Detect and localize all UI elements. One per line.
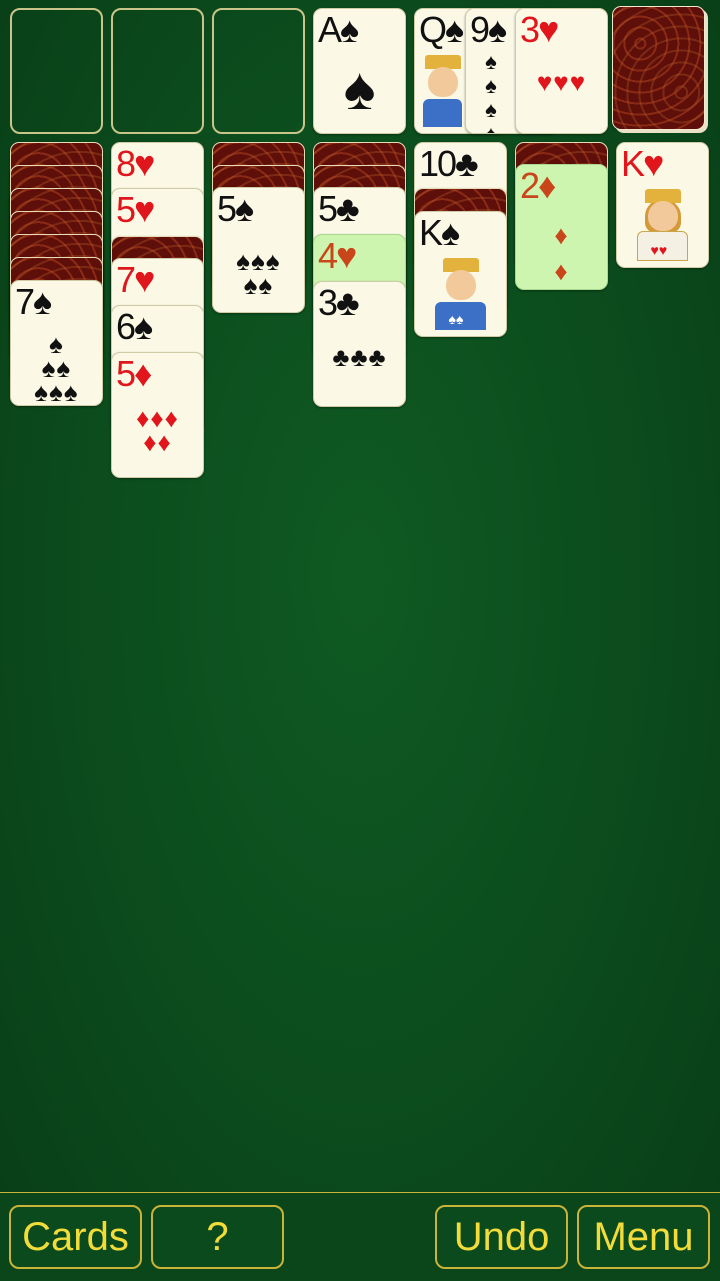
king-face-icon: ♥♥ <box>633 187 692 261</box>
tableau-card-seven-spades[interactable]: 7♠ ♠ ♠♠ ♠♠♠ <box>10 280 103 406</box>
tableau-card-two-diamonds[interactable]: 2♦ ♦ ♦ <box>515 164 608 290</box>
card-corner: 4♥ <box>318 235 357 276</box>
card-corner: 6♠ <box>116 306 153 347</box>
waste-card-three-hearts[interactable]: 3♥ ♥♥♥ <box>515 8 608 134</box>
card-corner: 2♦ <box>520 165 556 206</box>
card-corner: 10♣ <box>419 143 479 184</box>
tableau-card-five-spades[interactable]: 5♠ ♠♠♠ ♠♠ <box>212 187 305 313</box>
card-pips: ♥♥♥ <box>536 67 587 97</box>
card-pips: ♦ ♦ <box>554 220 569 286</box>
queen-face-icon <box>419 53 466 127</box>
card-corner: 5♠ <box>217 188 254 229</box>
card-corner: A♠ <box>318 9 359 50</box>
card-corner: 9♠ <box>470 9 507 50</box>
card-pips: ♠ ♠♠ ♠♠♠ <box>34 329 79 406</box>
foundation-slot-3[interactable] <box>212 8 305 134</box>
card-pips: ♣♣♣ <box>332 342 387 372</box>
card-corner: 5♣ <box>318 188 360 229</box>
card-corner: 3♣ <box>318 282 360 323</box>
tableau-card-three-clubs[interactable]: 3♣ ♣♣♣ <box>313 281 406 407</box>
card-corner: K♠ <box>419 212 460 253</box>
menu-button[interactable]: Menu <box>577 1205 710 1269</box>
card-corner: 5♥ <box>116 189 155 230</box>
card-corner: 7♥ <box>116 259 155 300</box>
undo-button[interactable]: Undo <box>435 1205 568 1269</box>
card-pips: ♠♠♠ ♠♠ <box>236 246 281 300</box>
tableau-card-king-spades[interactable]: K♠ ♠♠ <box>414 211 507 337</box>
card-corner: K♥ <box>621 143 664 184</box>
foundation-card-ace-spades[interactable]: A♠ ♠ <box>313 8 406 134</box>
card-pips: ♦♦♦ ♦♦ <box>136 403 179 457</box>
tableau-card-five-diamonds[interactable]: 5♦ ♦♦♦ ♦♦ <box>111 352 204 478</box>
card-corner: 3♥ <box>520 9 559 50</box>
card-corner: 7♠ <box>15 281 52 322</box>
king-face-icon: ♠♠ <box>431 256 490 330</box>
foundation-slot-2[interactable] <box>111 8 204 134</box>
card-corner: 5♦ <box>116 353 152 394</box>
foundation-slot-1[interactable] <box>10 8 103 134</box>
stock-pile[interactable] <box>612 6 705 130</box>
help-button[interactable]: ? <box>151 1205 284 1269</box>
tableau-card-king-hearts[interactable]: K♥ ♥♥ <box>616 142 709 268</box>
card-corner: Q♠ <box>419 9 464 50</box>
cards-button[interactable]: Cards <box>9 1205 142 1269</box>
card-corner: 8♥ <box>116 143 155 184</box>
spade-pip-icon: ♠ <box>343 55 376 122</box>
